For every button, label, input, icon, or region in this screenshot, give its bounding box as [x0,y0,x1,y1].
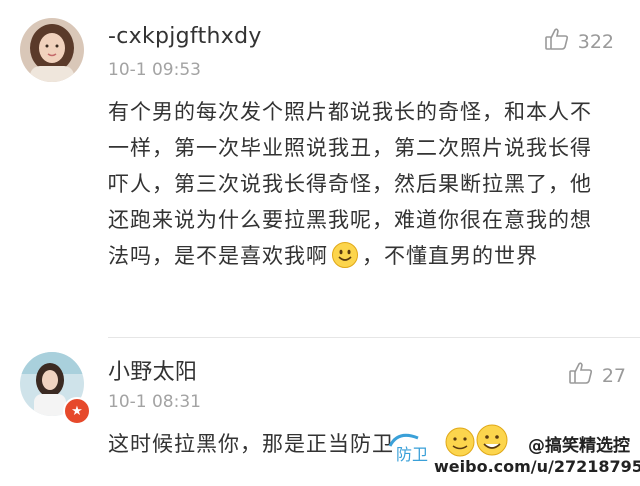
comment-item: -cxkpjgfthxdy 10-1 09:53 322 有个男的每次发个照片都… [0,0,640,337]
comment-text: 有个男的每次发个照片都说我长的奇怪，和本人不一样，第一次毕业照说我丑，第二次照片… [108,94,608,280]
smile-emoji [331,241,359,280]
username[interactable]: 小野太阳 [108,354,197,386]
watermark-logo: @搞笑精选控 [528,436,630,456]
like-button[interactable]: 27 [568,360,626,391]
thumbs-up-icon [544,26,570,57]
timestamp: 10-1 09:53 [108,60,201,80]
verified-badge: ★ [63,397,91,425]
comment-text-part: ，不懂直男的世界 [362,244,538,268]
like-count: 322 [577,30,614,53]
avatar[interactable] [20,18,84,82]
username[interactable]: -cxkpjgfthxdy [108,24,262,49]
thumbs-up-icon [568,360,594,391]
like-count: 27 [601,364,626,387]
timestamp: 10-1 08:31 [108,392,201,412]
like-button[interactable]: 322 [544,26,614,57]
watermark-url: weibo.com/u/2721879503 [434,457,640,476]
sticker-text: 防卫 [396,445,428,464]
